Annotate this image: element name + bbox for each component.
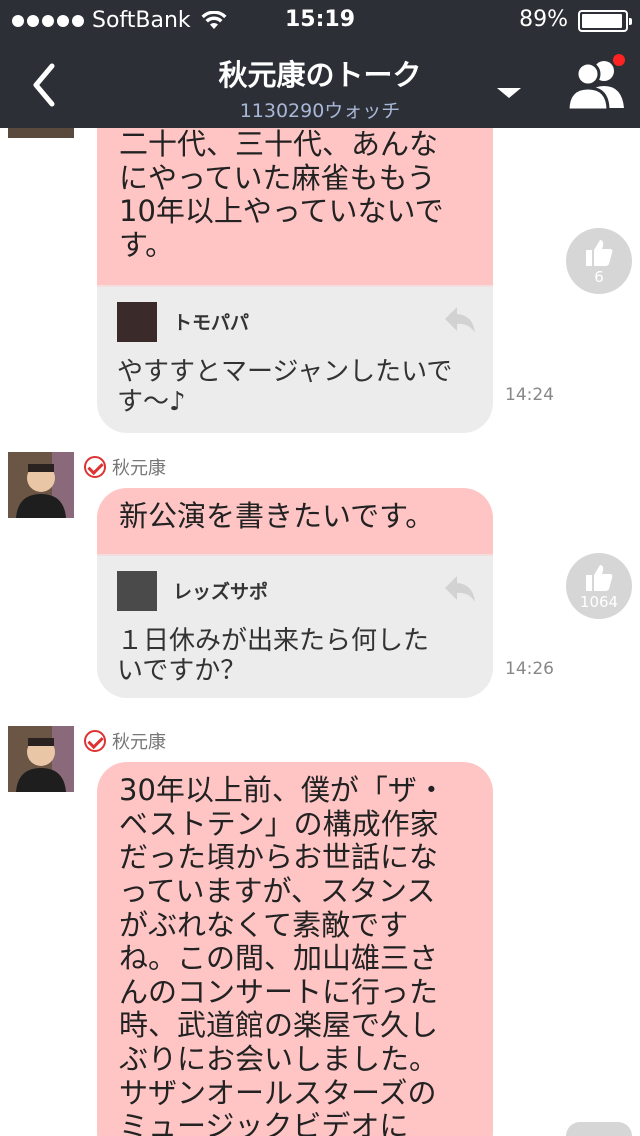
verified-check-icon xyxy=(84,456,106,478)
message-line: 10年以上やっていないで xyxy=(119,194,444,229)
sender-name: 秋元康 xyxy=(112,458,166,479)
sender-name: 秋元康 xyxy=(112,732,166,753)
message-line: だった頃からお世話にな xyxy=(119,840,439,875)
reply-block[interactable]: トモパパ やすすとマージャンしたいで す〜♪ xyxy=(97,284,493,433)
like-button[interactable]: 6 xyxy=(566,228,632,294)
reply-header: レッズサポ xyxy=(117,556,473,626)
message-bubble[interactable]: 30年以上前、僕が「ザ・ ベストテン」の構成作家 だった頃からお世話にな ってい… xyxy=(97,762,493,1136)
like-button[interactable] xyxy=(566,1122,632,1136)
thumbs-up-icon xyxy=(586,240,613,266)
reply-header: トモパパ xyxy=(117,287,473,357)
reply-text: １日休みが出来たら何した いですか？ xyxy=(117,626,473,687)
sender-row: 秋元康 xyxy=(84,454,166,480)
message-line: 時、武道館の楽屋で久し xyxy=(119,1008,439,1043)
like-count: 1064 xyxy=(579,593,619,611)
message-line: す。 xyxy=(119,227,175,262)
message-line: 二十代、三十代、あんな xyxy=(119,127,439,161)
thumbs-up-icon xyxy=(586,565,613,591)
message-time: 14:24 xyxy=(505,385,554,405)
avatar-photo-icon xyxy=(8,726,74,792)
message-bubble[interactable]: 新公演を書きたいです。 レッズサポ １日休みが出来たら何した いですか？ xyxy=(97,488,493,698)
reply-arrow-icon[interactable] xyxy=(443,574,477,604)
message-bubble[interactable]: 二十代、三十代、あんな にやっていた麻雀ももう 10年以上やっていないで す。 … xyxy=(97,100,493,433)
sender-row: 秋元康 xyxy=(84,728,166,754)
reply-line: いですか？ xyxy=(117,656,247,687)
navigation-header: SoftBank 15:19 89% 秋元康のトーク 1130290ウォッチ xyxy=(0,0,640,128)
page-title: 秋元康のトーク xyxy=(218,58,422,92)
message-text: 新公演を書きたいです。 xyxy=(97,488,493,554)
message-line: にやっていた麻雀ももう xyxy=(119,160,436,195)
verified-check-icon xyxy=(84,730,106,752)
message-line: んのコンサートに行った xyxy=(119,974,439,1009)
watch-count: 1130290ウォッチ xyxy=(239,100,401,122)
reply-line: １日休みが出来たら何した xyxy=(117,625,430,656)
reply-line: す〜♪ xyxy=(117,386,186,417)
battery-icon xyxy=(578,10,632,32)
reply-arrow-icon[interactable] xyxy=(443,305,477,335)
dropdown-arrow-icon[interactable] xyxy=(497,88,521,98)
notification-badge xyxy=(611,52,627,68)
message-line: ミュージックビデオに xyxy=(119,1109,409,1136)
reply-text: やすすとマージャンしたいで す〜♪ xyxy=(117,357,473,418)
message-line: サザンオールスターズの xyxy=(119,1075,437,1110)
message-line: ぶりにお会いしました。 xyxy=(119,1042,439,1076)
message-line: ベストテン」の構成作家 xyxy=(119,806,439,841)
message-line: 新公演を書きたいです。 xyxy=(119,499,435,533)
replier-avatar xyxy=(117,301,157,342)
message-text: 30年以上前、僕が「ザ・ ベストテン」の構成作家 だった頃からお世話にな ってい… xyxy=(97,762,493,1136)
replier-name: トモパパ xyxy=(173,312,250,334)
message-line: っていますが、スタンス xyxy=(119,873,436,908)
reply-block[interactable]: レッズサポ １日休みが出来たら何した いですか？ xyxy=(97,553,493,698)
like-button[interactable]: 1064 xyxy=(566,553,632,619)
message-line: ね。この間、加山雄三さ xyxy=(119,941,439,976)
message-line: 30年以上前、僕が「ザ・ xyxy=(119,773,446,807)
reply-line: やすすとマージャンしたいで xyxy=(117,356,453,387)
avatar[interactable] xyxy=(8,452,74,518)
avatar[interactable] xyxy=(8,726,74,792)
message-line: がぶれなくて素敵です xyxy=(119,907,409,942)
replier-name: レッズサポ xyxy=(173,581,269,604)
avatar-photo-icon xyxy=(8,452,74,518)
replier-avatar xyxy=(117,570,157,611)
battery-percent: 89% xyxy=(519,7,568,32)
message-time: 14:26 xyxy=(505,659,554,679)
status-bar: SoftBank 15:19 89% xyxy=(0,0,640,40)
like-count: 6 xyxy=(594,268,604,286)
